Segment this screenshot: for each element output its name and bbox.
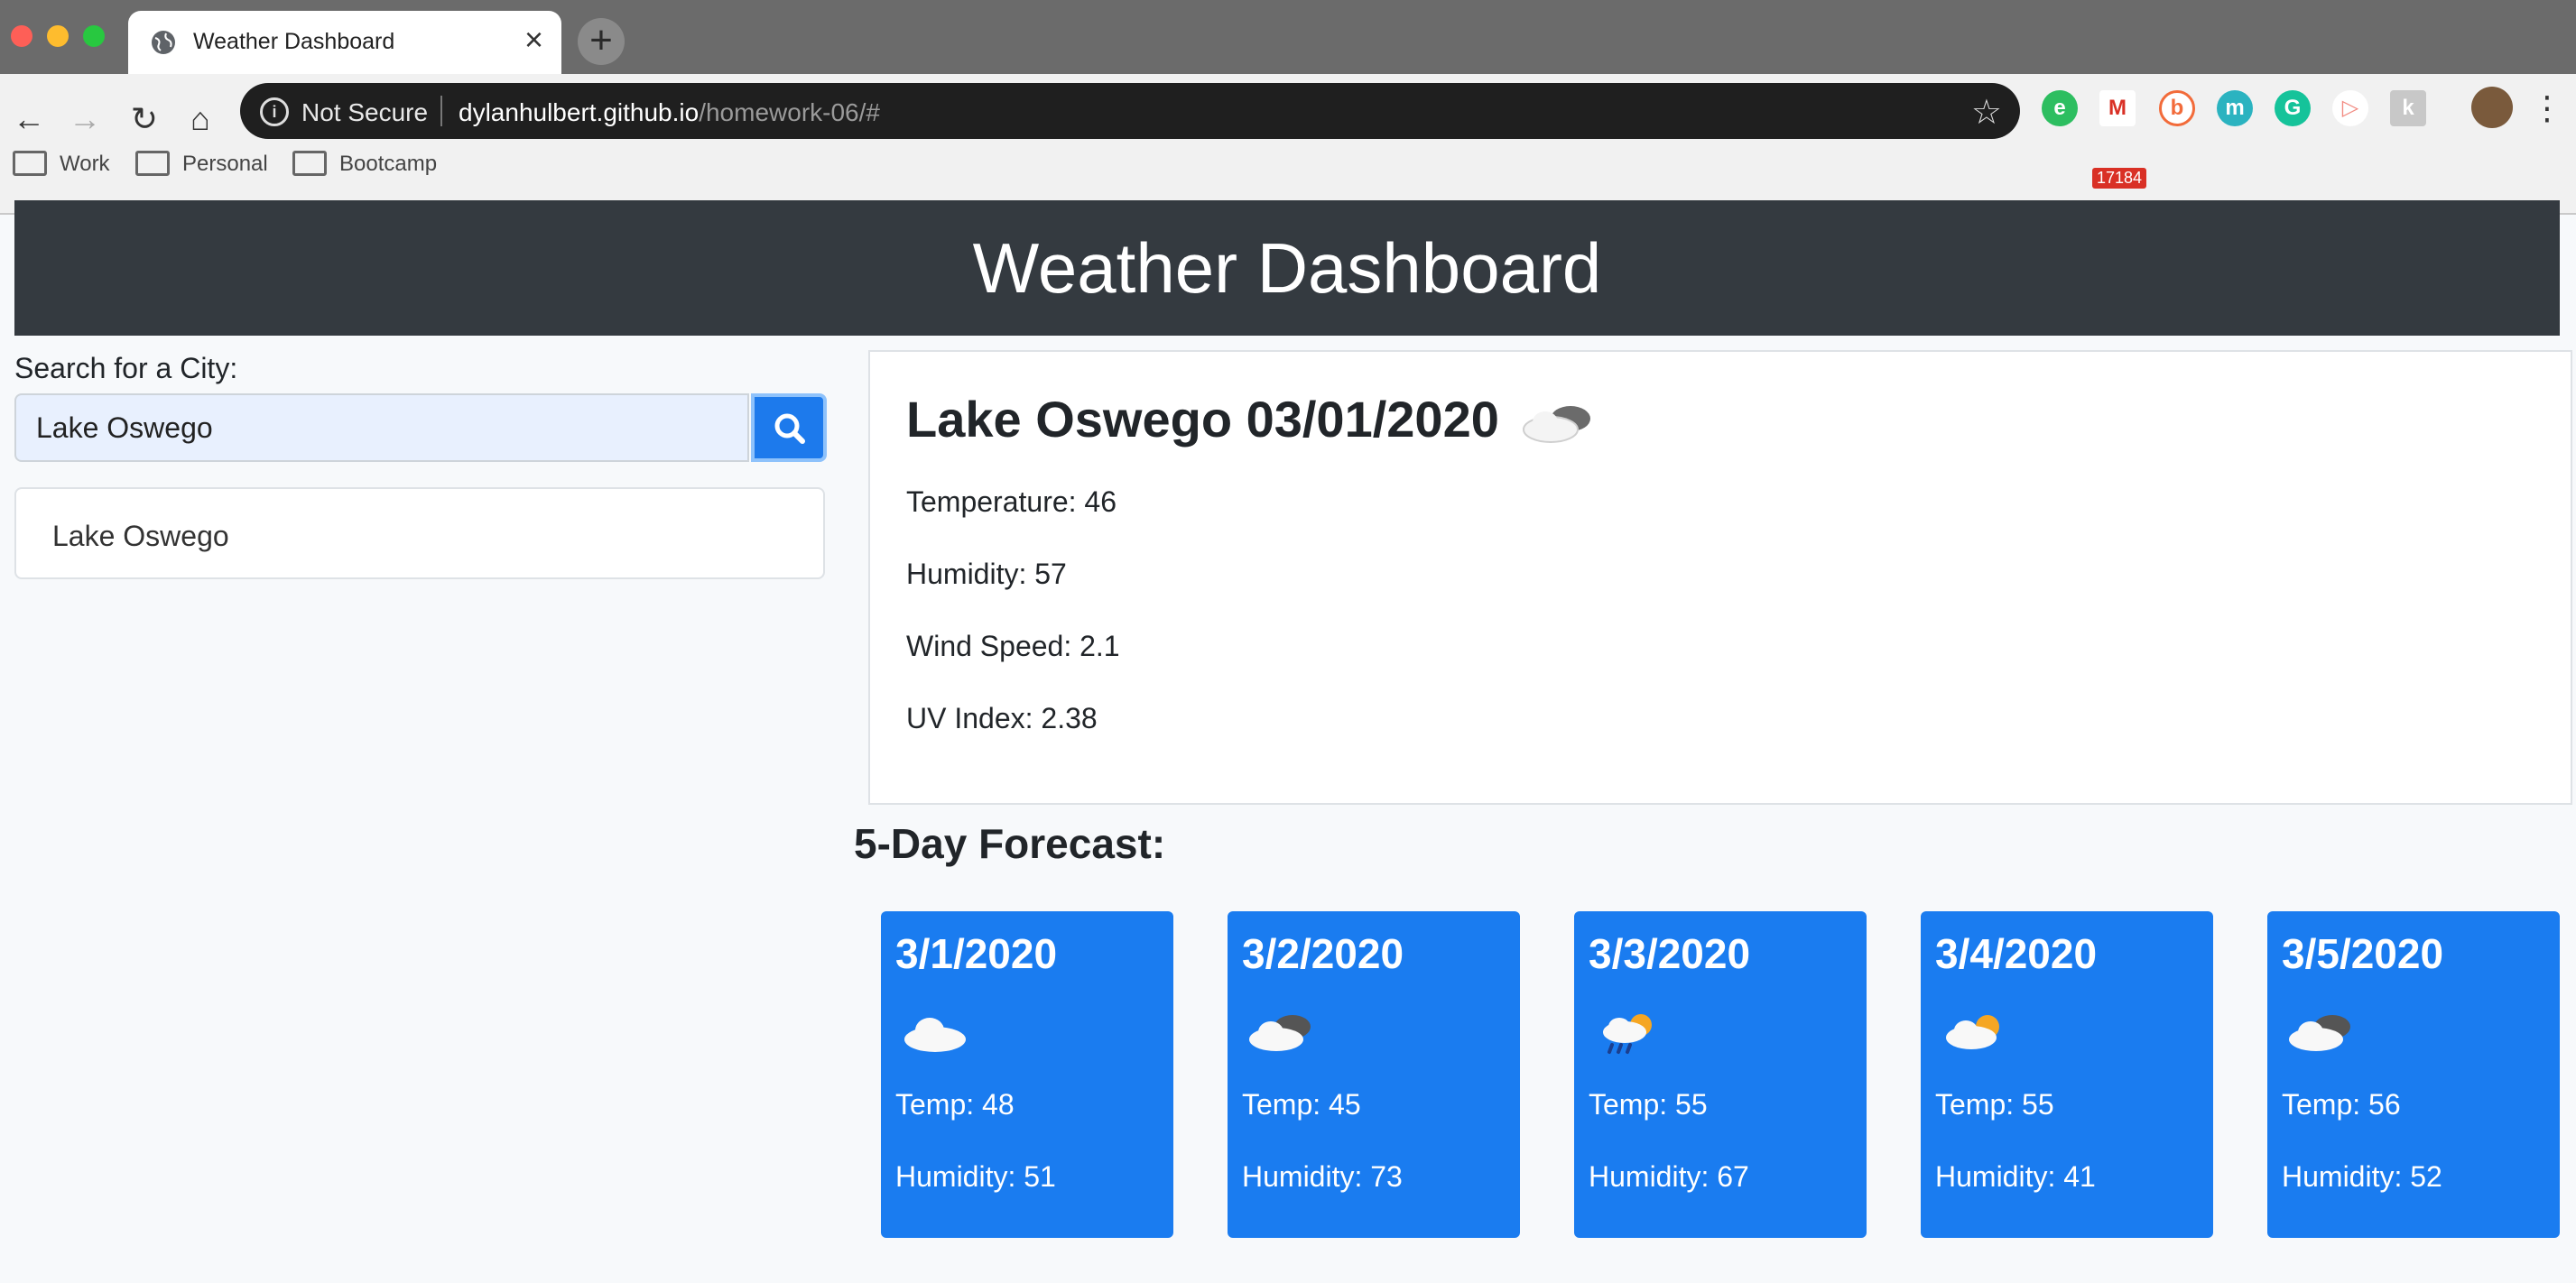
page-title: Weather Dashboard — [972, 228, 1602, 308]
forecast-temp: Temp: 55 — [1589, 1088, 1708, 1121]
city-date: Lake Oswego 03/01/2020 — [906, 391, 1499, 448]
close-window-button[interactable] — [11, 25, 32, 47]
bookmark-star-icon[interactable]: ☆ — [1971, 92, 2002, 133]
folder-icon — [292, 150, 327, 176]
forward-button[interactable]: → — [67, 101, 103, 137]
back-button[interactable]: ← — [11, 101, 47, 137]
broken-clouds-icon — [1249, 1015, 1311, 1051]
reload-button[interactable]: ↻ — [126, 101, 162, 137]
screencast-extension-icon[interactable]: ▷ — [2332, 90, 2368, 126]
folder-icon — [135, 150, 170, 176]
forecast-title: 5-Day Forecast: — [854, 820, 1166, 867]
forecast-date: 3/3/2020 — [1589, 930, 1751, 977]
bookmark-personal[interactable]: Personal — [135, 150, 268, 184]
partly-cloudy-icon — [1946, 1015, 1999, 1049]
forecast-temp: Temp: 56 — [2282, 1088, 2401, 1121]
folder-icon — [13, 150, 47, 176]
cloud-icon — [904, 1018, 966, 1052]
gmail-extension-icon[interactable]: M — [2099, 90, 2136, 126]
bitly-extension-icon[interactable]: b — [2159, 90, 2195, 126]
current-humidity: Humidity: 57 — [906, 558, 1067, 590]
forecast-card: 3/5/2020 Temp: 56 Humidity: 52 — [2267, 911, 2560, 1238]
minimize-window-button[interactable] — [47, 25, 69, 47]
browser-toolbar: ← → ↻ ⌂ i Not Secure dylanhulbert.github… — [0, 74, 2576, 215]
address-bar[interactable]: i Not Secure dylanhulbert.github.io/home… — [240, 83, 2020, 139]
search-input[interactable] — [14, 393, 749, 462]
search-button[interactable] — [751, 393, 827, 462]
page-header: Weather Dashboard — [14, 200, 2560, 336]
current-wind-speed: Wind Speed: 2.1 — [906, 630, 1120, 662]
browser-tab[interactable]: Weather Dashboard × — [128, 11, 561, 74]
forecast-date: 3/1/2020 — [895, 930, 1058, 977]
forecast-card: 3/3/2020 Temp: 55 Humidity: 67 — [1574, 911, 1867, 1238]
avatar[interactable] — [2471, 87, 2513, 128]
rain-sun-icon — [1603, 1014, 1652, 1054]
new-tab-button[interactable]: + — [578, 18, 625, 65]
m-extension-icon[interactable]: m — [2217, 90, 2253, 126]
url-path: /homework-06/# — [699, 98, 880, 126]
forecast-date: 3/5/2020 — [2282, 930, 2444, 977]
bookmark-label: Personal — [182, 152, 268, 176]
current-uv-index: UV Index: 2.38 — [906, 702, 1098, 734]
bookmark-bootcamp[interactable]: Bootcamp — [292, 150, 438, 184]
forecast-date: 3/2/2020 — [1242, 930, 1404, 977]
forecast-humidity: Humidity: 51 — [895, 1160, 1056, 1193]
search-label: Search for a City: — [14, 352, 238, 384]
forecast-card: 3/1/2020 Temp: 48 Humidity: 51 — [881, 911, 1173, 1238]
current-temperature: Temperature: 46 — [906, 485, 1117, 518]
search-icon — [774, 413, 805, 444]
forecast-date: 3/4/2020 — [1935, 930, 2098, 977]
current-weather-heading: Lake Oswego 03/01/2020 — [906, 390, 1599, 448]
close-tab-icon[interactable]: × — [524, 23, 543, 56]
forecast-temp: Temp: 48 — [895, 1088, 1015, 1121]
forecast-card: 3/4/2020 Temp: 55 Humidity: 41 — [1921, 911, 2213, 1238]
maximize-window-button[interactable] — [83, 25, 105, 47]
security-label[interactable]: Not Secure — [301, 98, 428, 127]
bookmarks-bar: Work Personal Bootcamp — [0, 143, 722, 197]
address-divider — [440, 96, 442, 126]
forecast-humidity: Humidity: 67 — [1589, 1160, 1749, 1193]
info-icon[interactable]: i — [260, 97, 289, 126]
forecast-humidity: Humidity: 52 — [2282, 1160, 2442, 1193]
history-item-label: Lake Oswego — [52, 520, 229, 552]
grammarly-extension-icon[interactable]: G — [2275, 90, 2311, 126]
home-button[interactable]: ⌂ — [182, 101, 218, 137]
bookmark-label: Bootcamp — [339, 152, 438, 176]
bookmark-work[interactable]: Work — [13, 150, 110, 184]
current-weather-card: Lake Oswego 03/01/2020 Temperature: 46 H… — [868, 350, 2572, 805]
evernote-extension-icon[interactable]: e — [2042, 90, 2078, 126]
cloudy-icon — [1523, 406, 1591, 444]
forecast-temp: Temp: 55 — [1935, 1088, 2054, 1121]
forecast-card: 3/2/2020 Temp: 45 Humidity: 73 — [1228, 911, 1520, 1238]
search-form — [14, 393, 827, 462]
globe-icon — [152, 31, 175, 54]
browser-tabstrip: Weather Dashboard × + — [0, 0, 2576, 74]
url-text[interactable]: dylanhulbert.github.io/homework-06/# — [459, 98, 880, 127]
gmail-count-badge: 17184 — [2092, 168, 2147, 189]
forecast-humidity: Humidity: 73 — [1242, 1160, 1403, 1193]
history-item[interactable]: Lake Oswego — [14, 487, 825, 579]
tab-title: Weather Dashboard — [193, 29, 395, 54]
broken-clouds-icon — [2289, 1015, 2350, 1051]
forecast-temp: Temp: 45 — [1242, 1088, 1361, 1121]
extension-icon[interactable]: k — [2390, 90, 2426, 126]
menu-icon[interactable]: ⋮ — [2529, 90, 2565, 126]
url-host: dylanhulbert.github.io — [459, 98, 700, 126]
forecast-humidity: Humidity: 41 — [1935, 1160, 2096, 1193]
bookmark-label: Work — [60, 152, 110, 176]
